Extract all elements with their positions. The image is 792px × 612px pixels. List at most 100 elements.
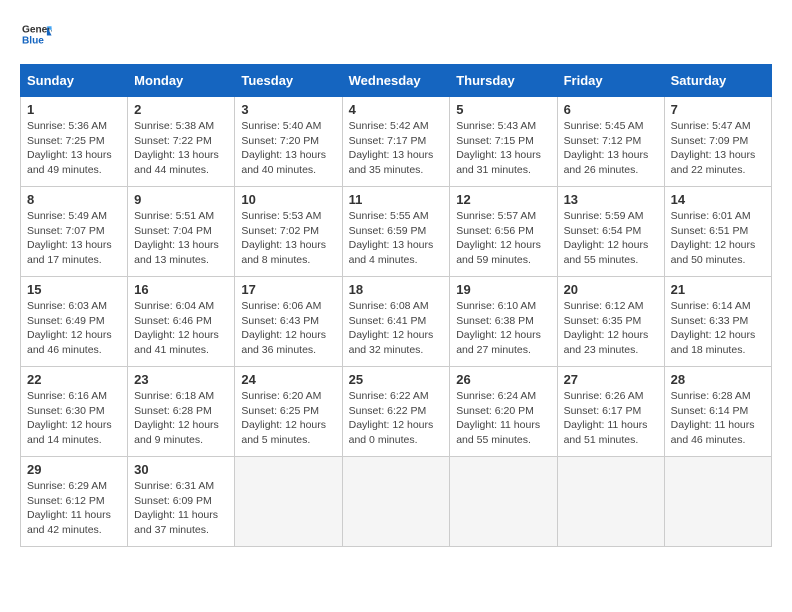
- calendar-day: 14 Sunrise: 6:01 AMSunset: 6:51 PMDayligh…: [664, 187, 771, 277]
- day-number: 2: [134, 102, 228, 117]
- day-number: 5: [456, 102, 550, 117]
- day-number: 22: [27, 372, 121, 387]
- page-header: General Blue: [20, 20, 772, 48]
- calendar-day: 12 Sunrise: 5:57 AMSunset: 6:56 PMDayligh…: [450, 187, 557, 277]
- weekday-header: Saturday: [664, 65, 771, 97]
- calendar-day: 15Sunrise: 6:03 AMSunset: 6:49 PMDayligh…: [21, 277, 128, 367]
- calendar-day: 3 Sunrise: 5:40 AMSunset: 7:20 PMDaylight…: [235, 97, 342, 187]
- day-number: 26: [456, 372, 550, 387]
- calendar-day: 1 Sunrise: 5:36 AMSunset: 7:25 PMDaylight…: [21, 97, 128, 187]
- day-number: 12: [456, 192, 550, 207]
- day-number: 20: [564, 282, 658, 297]
- weekday-header: Sunday: [21, 65, 128, 97]
- calendar-day: 30 Sunrise: 6:31 AMSunset: 6:09 PMDayligh…: [128, 457, 235, 547]
- day-info: Sunrise: 6:26 AMSunset: 6:17 PMDaylight:…: [564, 389, 658, 448]
- day-info: Sunrise: 5:42 AMSunset: 7:17 PMDaylight:…: [349, 119, 444, 178]
- calendar-week: 29Sunrise: 6:29 AMSunset: 6:12 PMDayligh…: [21, 457, 772, 547]
- day-number: 28: [671, 372, 765, 387]
- calendar-day: [235, 457, 342, 547]
- day-number: 1: [27, 102, 121, 117]
- calendar-day: 6Sunrise: 5:45 AMSunset: 7:12 PMDaylight…: [557, 97, 664, 187]
- day-number: 10: [241, 192, 335, 207]
- weekday-header: Monday: [128, 65, 235, 97]
- day-number: 24: [241, 372, 335, 387]
- day-info: Sunrise: 6:04 AMSunset: 6:46 PMDaylight:…: [134, 299, 228, 358]
- day-number: 16: [134, 282, 228, 297]
- day-info: Sunrise: 5:45 AMSunset: 7:12 PMDaylight:…: [564, 119, 658, 178]
- calendar-day: 4 Sunrise: 5:42 AMSunset: 7:17 PMDaylight…: [342, 97, 450, 187]
- day-info: Sunrise: 6:16 AMSunset: 6:30 PMDaylight:…: [27, 389, 121, 448]
- calendar-day: 5 Sunrise: 5:43 AMSunset: 7:15 PMDaylight…: [450, 97, 557, 187]
- calendar-day: 20 Sunrise: 6:12 AMSunset: 6:35 PMDayligh…: [557, 277, 664, 367]
- day-info: Sunrise: 6:14 AMSunset: 6:33 PMDaylight:…: [671, 299, 765, 358]
- calendar-week: 15Sunrise: 6:03 AMSunset: 6:49 PMDayligh…: [21, 277, 772, 367]
- day-number: 4: [349, 102, 444, 117]
- calendar-day: 17 Sunrise: 6:06 AMSunset: 6:43 PMDayligh…: [235, 277, 342, 367]
- calendar-day: 21 Sunrise: 6:14 AMSunset: 6:33 PMDayligh…: [664, 277, 771, 367]
- day-info: Sunrise: 6:08 AMSunset: 6:41 PMDaylight:…: [349, 299, 444, 358]
- day-info: Sunrise: 6:18 AMSunset: 6:28 PMDaylight:…: [134, 389, 228, 448]
- calendar-day: 11 Sunrise: 5:55 AMSunset: 6:59 PMDayligh…: [342, 187, 450, 277]
- day-number: 17: [241, 282, 335, 297]
- calendar-day: [342, 457, 450, 547]
- day-number: 21: [671, 282, 765, 297]
- day-info: Sunrise: 5:55 AMSunset: 6:59 PMDaylight:…: [349, 209, 444, 268]
- calendar-day: 8Sunrise: 5:49 AMSunset: 7:07 PMDaylight…: [21, 187, 128, 277]
- calendar-day: 16 Sunrise: 6:04 AMSunset: 6:46 PMDayligh…: [128, 277, 235, 367]
- logo: General Blue: [20, 20, 52, 48]
- day-info: Sunrise: 6:10 AMSunset: 6:38 PMDaylight:…: [456, 299, 550, 358]
- day-info: Sunrise: 5:59 AMSunset: 6:54 PMDaylight:…: [564, 209, 658, 268]
- day-number: 19: [456, 282, 550, 297]
- day-number: 8: [27, 192, 121, 207]
- day-info: Sunrise: 6:22 AMSunset: 6:22 PMDaylight:…: [349, 389, 444, 448]
- logo-icon: General Blue: [20, 20, 52, 48]
- day-info: Sunrise: 6:28 AMSunset: 6:14 PMDaylight:…: [671, 389, 765, 448]
- calendar-day: 13 Sunrise: 5:59 AMSunset: 6:54 PMDayligh…: [557, 187, 664, 277]
- day-number: 3: [241, 102, 335, 117]
- day-number: 7: [671, 102, 765, 117]
- calendar-day: [557, 457, 664, 547]
- calendar-day: 27Sunrise: 6:26 AMSunset: 6:17 PMDayligh…: [557, 367, 664, 457]
- calendar-day: 10 Sunrise: 5:53 AMSunset: 7:02 PMDayligh…: [235, 187, 342, 277]
- day-info: Sunrise: 6:20 AMSunset: 6:25 PMDaylight:…: [241, 389, 335, 448]
- calendar-week: 22 Sunrise: 6:16 AMSunset: 6:30 PMDayligh…: [21, 367, 772, 457]
- calendar-day: 9Sunrise: 5:51 AMSunset: 7:04 PMDaylight…: [128, 187, 235, 277]
- day-info: Sunrise: 6:31 AMSunset: 6:09 PMDaylight:…: [134, 479, 228, 538]
- day-number: 18: [349, 282, 444, 297]
- day-info: Sunrise: 6:12 AMSunset: 6:35 PMDaylight:…: [564, 299, 658, 358]
- day-number: 9: [134, 192, 228, 207]
- calendar-day: 24 Sunrise: 6:20 AMSunset: 6:25 PMDayligh…: [235, 367, 342, 457]
- day-info: Sunrise: 6:24 AMSunset: 6:20 PMDaylight:…: [456, 389, 550, 448]
- day-info: Sunrise: 6:06 AMSunset: 6:43 PMDaylight:…: [241, 299, 335, 358]
- day-number: 23: [134, 372, 228, 387]
- day-info: Sunrise: 5:38 AMSunset: 7:22 PMDaylight:…: [134, 119, 228, 178]
- weekday-header: Thursday: [450, 65, 557, 97]
- day-info: Sunrise: 5:40 AMSunset: 7:20 PMDaylight:…: [241, 119, 335, 178]
- calendar-day: 22 Sunrise: 6:16 AMSunset: 6:30 PMDayligh…: [21, 367, 128, 457]
- day-info: Sunrise: 6:03 AMSunset: 6:49 PMDaylight:…: [27, 299, 121, 358]
- weekday-header: Friday: [557, 65, 664, 97]
- calendar-week: 1 Sunrise: 5:36 AMSunset: 7:25 PMDaylight…: [21, 97, 772, 187]
- calendar-day: [664, 457, 771, 547]
- day-info: Sunrise: 5:57 AMSunset: 6:56 PMDaylight:…: [456, 209, 550, 268]
- calendar-day: 18 Sunrise: 6:08 AMSunset: 6:41 PMDayligh…: [342, 277, 450, 367]
- calendar-week: 8Sunrise: 5:49 AMSunset: 7:07 PMDaylight…: [21, 187, 772, 277]
- calendar-day: 7 Sunrise: 5:47 AMSunset: 7:09 PMDaylight…: [664, 97, 771, 187]
- day-info: Sunrise: 6:29 AMSunset: 6:12 PMDaylight:…: [27, 479, 121, 538]
- calendar: SundayMondayTuesdayWednesdayThursdayFrid…: [20, 64, 772, 547]
- day-number: 11: [349, 192, 444, 207]
- calendar-day: 28 Sunrise: 6:28 AMSunset: 6:14 PMDayligh…: [664, 367, 771, 457]
- calendar-day: 23 Sunrise: 6:18 AMSunset: 6:28 PMDayligh…: [128, 367, 235, 457]
- day-info: Sunrise: 5:53 AMSunset: 7:02 PMDaylight:…: [241, 209, 335, 268]
- day-number: 14: [671, 192, 765, 207]
- day-info: Sunrise: 6:01 AMSunset: 6:51 PMDaylight:…: [671, 209, 765, 268]
- weekday-header: Tuesday: [235, 65, 342, 97]
- day-info: Sunrise: 5:36 AMSunset: 7:25 PMDaylight:…: [27, 119, 121, 178]
- day-info: Sunrise: 5:43 AMSunset: 7:15 PMDaylight:…: [456, 119, 550, 178]
- calendar-day: 25Sunrise: 6:22 AMSunset: 6:22 PMDayligh…: [342, 367, 450, 457]
- day-info: Sunrise: 5:47 AMSunset: 7:09 PMDaylight:…: [671, 119, 765, 178]
- calendar-day: 2 Sunrise: 5:38 AMSunset: 7:22 PMDaylight…: [128, 97, 235, 187]
- day-number: 30: [134, 462, 228, 477]
- calendar-day: 19 Sunrise: 6:10 AMSunset: 6:38 PMDayligh…: [450, 277, 557, 367]
- day-number: 13: [564, 192, 658, 207]
